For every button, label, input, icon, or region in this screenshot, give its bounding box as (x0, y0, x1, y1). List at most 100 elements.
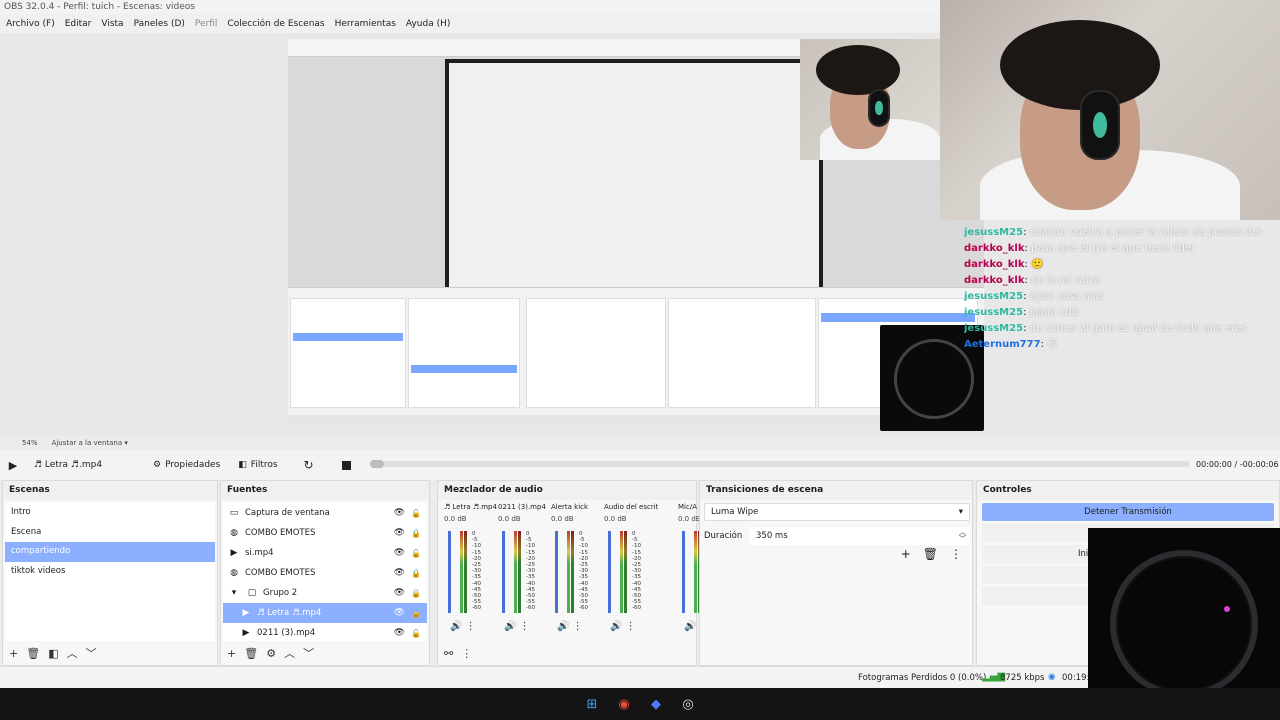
source-row[interactable]: ◍ COMBO EMOTES 👁 🔒 (223, 523, 427, 543)
channel-name: Alerta kick (551, 503, 589, 511)
volume-fader[interactable] (608, 531, 611, 613)
volume-fader[interactable] (502, 531, 505, 613)
source-name: Grupo 2 (263, 588, 298, 598)
level-meter (567, 531, 577, 613)
lock-icon[interactable]: 🔒 (411, 589, 421, 598)
eye-icon[interactable]: 👁 (394, 548, 405, 558)
volume-fader[interactable] (682, 531, 685, 613)
trash-icon[interactable]: 🗑 (923, 547, 938, 561)
trash-icon[interactable]: 🗑 (26, 647, 40, 660)
lock-icon[interactable]: 🔒 (411, 569, 421, 578)
chat-message: Aeternum777: 😏 (964, 339, 1058, 350)
chevron-down-icon[interactable]: ▾ (227, 588, 241, 598)
nested-transitions-dock (668, 298, 816, 408)
duration-spinbox[interactable]: 350 ms ︿ ﹀ (750, 527, 970, 545)
lock-icon[interactable]: 🔒 (411, 529, 421, 538)
lock-icon[interactable]: 🔓 (411, 549, 421, 558)
lock-icon[interactable]: 🔓 (411, 629, 421, 638)
source-row[interactable]: ▶ si.mp4 👁 🔓 (223, 543, 427, 563)
link-icon[interactable]: ⚯ (444, 647, 453, 660)
chat-text: jajaja xdd (1029, 307, 1079, 318)
filter-icon[interactable]: ◧ (48, 647, 58, 660)
trash-icon[interactable]: 🗑 (244, 647, 258, 660)
scene-item[interactable]: compartiendo (5, 542, 215, 562)
scenes-list: Intro Escena compartiendo tiktok videos (5, 503, 215, 641)
nested-obs-menubar (288, 39, 808, 57)
play-button[interactable]: ▶ (0, 454, 26, 476)
chat-username: Aeternum777 (964, 339, 1041, 350)
menu-item-1[interactable]: Editar (65, 19, 92, 29)
menu-item-3[interactable]: Paneles (D) (134, 19, 185, 29)
speaker-icon[interactable]: 🔊 (684, 621, 696, 632)
chevron-down-icon[interactable]: ﹀ (303, 645, 314, 661)
eye-icon[interactable]: 👁 (394, 568, 405, 578)
scene-item[interactable]: Escena (5, 523, 215, 543)
chat-text: ajam cosa alas (1029, 291, 1104, 302)
chat-message: darkko_klk: no lo mi salva (964, 275, 1101, 286)
channel-db: 0.0 dB (444, 515, 467, 523)
zoom-level[interactable]: 54% (22, 439, 38, 447)
speaker-icon[interactable]: 🔊 (504, 621, 516, 632)
volume-fader[interactable] (448, 531, 451, 613)
speaker-icon[interactable]: 🔊 (450, 621, 462, 632)
stop-button[interactable] (331, 454, 363, 476)
scene-item[interactable]: tiktok videos (5, 562, 215, 582)
seek-knob[interactable] (370, 460, 384, 468)
source-row[interactable]: ▶ 0211 (3).mp4 👁 🔓 (223, 623, 427, 641)
more-icon[interactable]: ⋮ (950, 547, 962, 561)
volume-fader[interactable] (555, 531, 558, 613)
app-icon[interactable]: ◆ (647, 695, 665, 713)
source-row[interactable]: ▶ ♬ Letra ♬.mp4 👁 🔓 (223, 603, 427, 623)
current-source-name: ♬ Letra ♬.mp4 (34, 460, 103, 470)
menu-item-0[interactable]: Archivo (F) (6, 19, 55, 29)
menu-item-4[interactable]: Perfil (195, 19, 218, 29)
sources-footer: + 🗑 ⚙ ︿ ﹀ (221, 641, 429, 665)
eye-icon[interactable]: 👁 (394, 508, 405, 518)
properties-button[interactable]: ⚙ Propiedades (144, 454, 229, 476)
chevron-down-icon[interactable]: ﹀ (86, 645, 97, 661)
more-icon[interactable]: ⋮ (569, 621, 583, 632)
more-icon[interactable]: ⋮ (622, 621, 636, 632)
media-seek-bar[interactable] (370, 460, 1190, 468)
chrome-icon[interactable]: ◉ (615, 695, 633, 713)
source-row[interactable]: ▭ Captura de ventana 👁 🔓 (223, 503, 427, 523)
chat-message: jesussM25: cuando vuelva a poner la rule… (964, 225, 1264, 241)
filter-icon: ◧ (238, 460, 247, 470)
add-icon[interactable]: + (9, 647, 18, 660)
level-meter (514, 531, 524, 613)
gear-icon[interactable]: ⚙ (266, 647, 276, 660)
menu-item-5[interactable]: Colección de Escenas (227, 19, 324, 29)
more-icon[interactable]: ⋮ (462, 621, 476, 632)
eye-icon[interactable]: 👁 (394, 588, 405, 598)
menu-item-7[interactable]: Ayuda (H) (406, 19, 450, 29)
menu-item-2[interactable]: Vista (101, 19, 123, 29)
add-transition-icon[interactable]: + (901, 547, 911, 561)
source-row[interactable]: ▾ ▢ Grupo 2 👁 🔒 (223, 583, 427, 603)
chevron-up-icon[interactable]: ︿ (284, 645, 295, 661)
eye-icon[interactable]: 👁 (394, 628, 405, 638)
chevron-up-icon[interactable]: ︿ (67, 645, 78, 661)
channel-name: Audio del escritorio (604, 503, 658, 511)
windows-start-icon[interactable]: ⊞ (583, 695, 601, 713)
speaker-icon[interactable]: 🔊 (557, 621, 569, 632)
transition-select[interactable]: Luma Wipe ▾ (704, 503, 970, 521)
speaker-icon[interactable]: 🔊 (610, 621, 622, 632)
more-icon[interactable]: ⋮ (461, 647, 472, 660)
restart-button[interactable]: ↻ (287, 454, 331, 476)
webcam-feed-nested (800, 39, 940, 160)
meter-scale: 0 -5 -10 -15 -20 -25 -30 -35 -40 -45 -50 -55 -60 (472, 531, 481, 612)
add-icon[interactable]: + (227, 647, 236, 660)
chat-text: cuando vuelva a poner la ruleta de punto… (1029, 227, 1264, 238)
eye-icon[interactable]: 👁 (394, 608, 405, 618)
stop-streaming-button[interactable]: Detener Transmisión (982, 503, 1274, 521)
eye-icon[interactable]: 👁 (394, 528, 405, 538)
zoom-fit-select[interactable]: Ajustar a la ventana ▾ (52, 439, 128, 447)
source-row[interactable]: ◍ COMBO EMOTES 👁 🔒 (223, 563, 427, 583)
filters-button[interactable]: ◧ Filtros (229, 454, 286, 476)
lock-icon[interactable]: 🔓 (411, 609, 421, 618)
scene-item[interactable]: Intro (5, 503, 215, 523)
obs-icon[interactable]: ◎ (679, 695, 697, 713)
lock-icon[interactable]: 🔓 (411, 509, 421, 518)
more-icon[interactable]: ⋮ (516, 621, 530, 632)
menu-item-6[interactable]: Herramientas (335, 19, 396, 29)
